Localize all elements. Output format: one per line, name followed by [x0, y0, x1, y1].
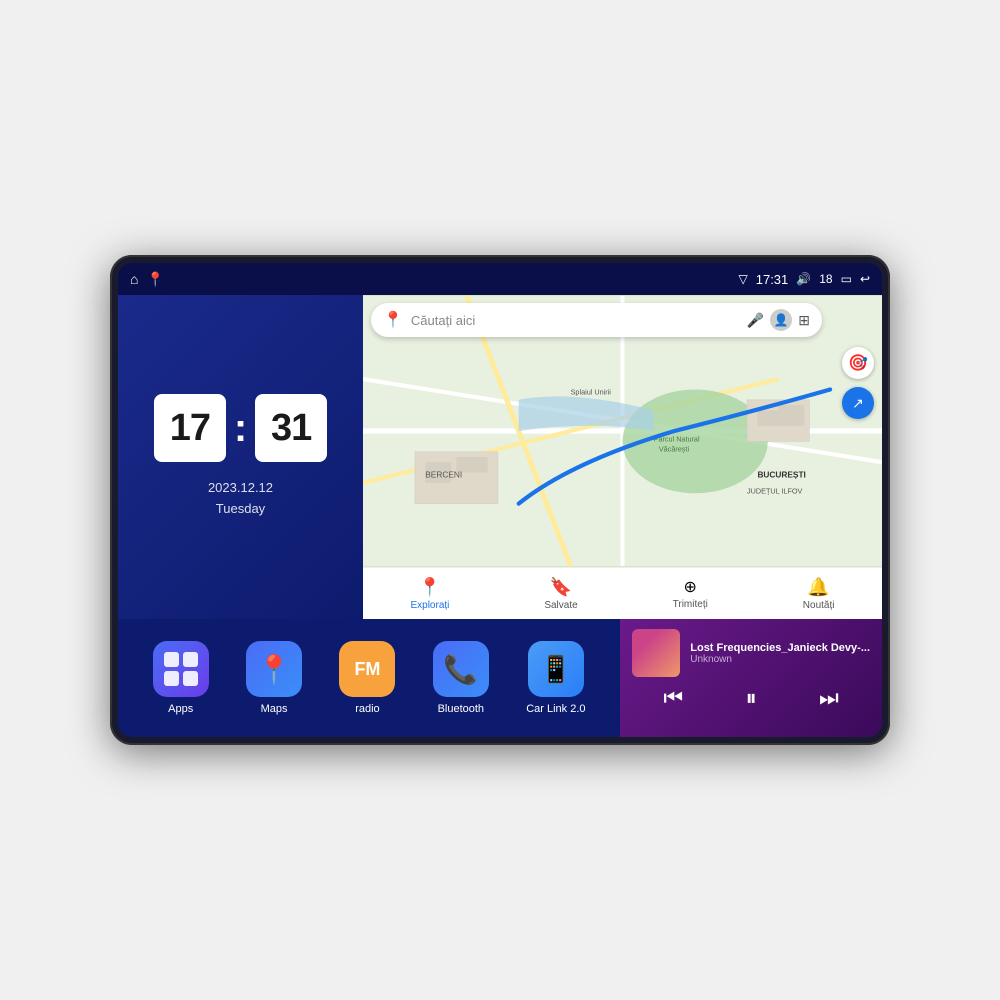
svg-text:BUCUREȘTI: BUCUREȘTI	[757, 470, 805, 480]
status-bar-right: ▽ 17:31 🔊 18 ▭ ↩	[739, 272, 871, 287]
map-nav-saved[interactable]: 🔖 Salvate	[544, 577, 577, 611]
map-area[interactable]: Splaiul Unirii BUCUREȘTI JUDEȚUL ILFOV B…	[363, 295, 882, 567]
music-info: Lost Frequencies_Janieck Devy-... Unknow…	[632, 629, 870, 677]
news-label: Noutăți	[803, 600, 835, 611]
radio-icon-item[interactable]: FM radio	[339, 641, 395, 715]
carlink-icon-item[interactable]: 📱 Car Link 2.0	[526, 641, 585, 715]
main-content: 17 : 31 2023.12.12 Tuesday	[118, 295, 882, 619]
clock-display: 17 : 31	[154, 394, 327, 462]
apps-icon	[153, 641, 209, 697]
explore-label: Explorați	[410, 600, 449, 611]
date-display: 2023.12.12 Tuesday	[208, 478, 273, 520]
date-string: 2023.12.12	[208, 478, 273, 499]
svg-text:Splaiul Unirii: Splaiul Unirii	[571, 388, 612, 397]
news-icon: 🔔	[807, 577, 829, 598]
clock-minutes: 31	[255, 394, 327, 462]
clock-colon: :	[234, 408, 247, 448]
app-icons-area: Apps 📍 Maps FM radio	[118, 619, 620, 737]
music-controls: ⏮ ⏸ ⏭	[632, 685, 870, 711]
music-artist: Unknown	[690, 654, 870, 665]
svg-text:Văcărești: Văcărești	[659, 445, 690, 454]
music-title: Lost Frequencies_Janieck Devy-...	[690, 642, 870, 654]
clock-hours: 17	[154, 394, 226, 462]
map-search-text: Căutați aici	[411, 313, 739, 328]
music-player: Lost Frequencies_Janieck Devy-... Unknow…	[620, 619, 882, 737]
maps-label: Maps	[261, 703, 288, 715]
map-nav-bar: 📍 Explorați 🔖 Salvate ⊕ Trimiteți 🔔 Nout…	[363, 567, 882, 619]
map-controls: 🎯 ↗	[842, 303, 874, 419]
navigate-btn[interactable]: ↗	[842, 387, 874, 419]
apps-icon-item[interactable]: Apps	[153, 641, 209, 715]
map-panel: Splaiul Unirii BUCUREȘTI JUDEȚUL ILFOV B…	[363, 295, 882, 619]
music-text: Lost Frequencies_Janieck Devy-... Unknow…	[690, 642, 870, 665]
voice-search-icon[interactable]: 🎤	[747, 312, 764, 329]
status-bar-left: ⌂ 📍	[130, 271, 164, 288]
layer-icon[interactable]: ⊞	[798, 312, 810, 329]
clock-panel: 17 : 31 2023.12.12 Tuesday	[118, 295, 363, 619]
saved-icon: 🔖	[550, 577, 572, 598]
explore-icon: 📍	[419, 577, 441, 598]
radio-label: radio	[355, 703, 379, 715]
bottom-row: Apps 📍 Maps FM radio	[118, 619, 882, 737]
apps-label: Apps	[168, 703, 193, 715]
music-thumbnail	[632, 629, 680, 677]
maps-icon-item[interactable]: 📍 Maps	[246, 641, 302, 715]
carlink-label: Car Link 2.0	[526, 703, 585, 715]
google-maps-icon: 📍	[383, 310, 403, 330]
status-time: 17:31	[756, 272, 789, 287]
map-pin-icon[interactable]: 📍	[146, 271, 163, 288]
battery-icon: ▭	[841, 272, 852, 286]
map-search-icons: 🎤 👤 ⊞	[747, 309, 810, 331]
day-string: Tuesday	[208, 499, 273, 520]
svg-text:BERCENI: BERCENI	[425, 470, 462, 480]
location-btn[interactable]: 🎯	[842, 347, 874, 379]
album-art	[632, 629, 680, 677]
bluetooth-label: Bluetooth	[438, 703, 484, 715]
prev-button[interactable]: ⏮	[663, 685, 683, 711]
map-nav-send[interactable]: ⊕ Trimiteți	[673, 577, 708, 610]
next-button[interactable]: ⏭	[819, 685, 839, 711]
signal-icon: ▽	[739, 272, 748, 286]
account-icon[interactable]: 👤	[770, 309, 792, 331]
back-icon[interactable]: ↩	[860, 272, 870, 286]
radio-icon: FM	[339, 641, 395, 697]
device-frame: ⌂ 📍 ▽ 17:31 🔊 18 ▭ ↩ 17 : 31	[110, 255, 890, 745]
maps-icon: 📍	[246, 641, 302, 697]
play-pause-button[interactable]: ⏸	[746, 685, 757, 711]
bluetooth-icon: 📞	[433, 641, 489, 697]
device-screen: ⌂ 📍 ▽ 17:31 🔊 18 ▭ ↩ 17 : 31	[118, 263, 882, 737]
map-nav-news[interactable]: 🔔 Noutăți	[803, 577, 835, 611]
carlink-icon: 📱	[528, 641, 584, 697]
saved-label: Salvate	[544, 600, 577, 611]
volume-icon: 🔊	[796, 272, 811, 286]
status-bar: ⌂ 📍 ▽ 17:31 🔊 18 ▭ ↩	[118, 263, 882, 295]
bluetooth-icon-item[interactable]: 📞 Bluetooth	[433, 641, 489, 715]
send-icon: ⊕	[684, 577, 697, 597]
home-icon[interactable]: ⌂	[130, 271, 138, 287]
send-label: Trimiteți	[673, 599, 708, 610]
map-search-bar[interactable]: 📍 Căutați aici 🎤 👤 ⊞	[371, 303, 822, 337]
map-nav-explore[interactable]: 📍 Explorați	[410, 577, 449, 611]
volume-level: 18	[819, 272, 832, 286]
svg-text:JUDEȚUL ILFOV: JUDEȚUL ILFOV	[747, 486, 802, 495]
